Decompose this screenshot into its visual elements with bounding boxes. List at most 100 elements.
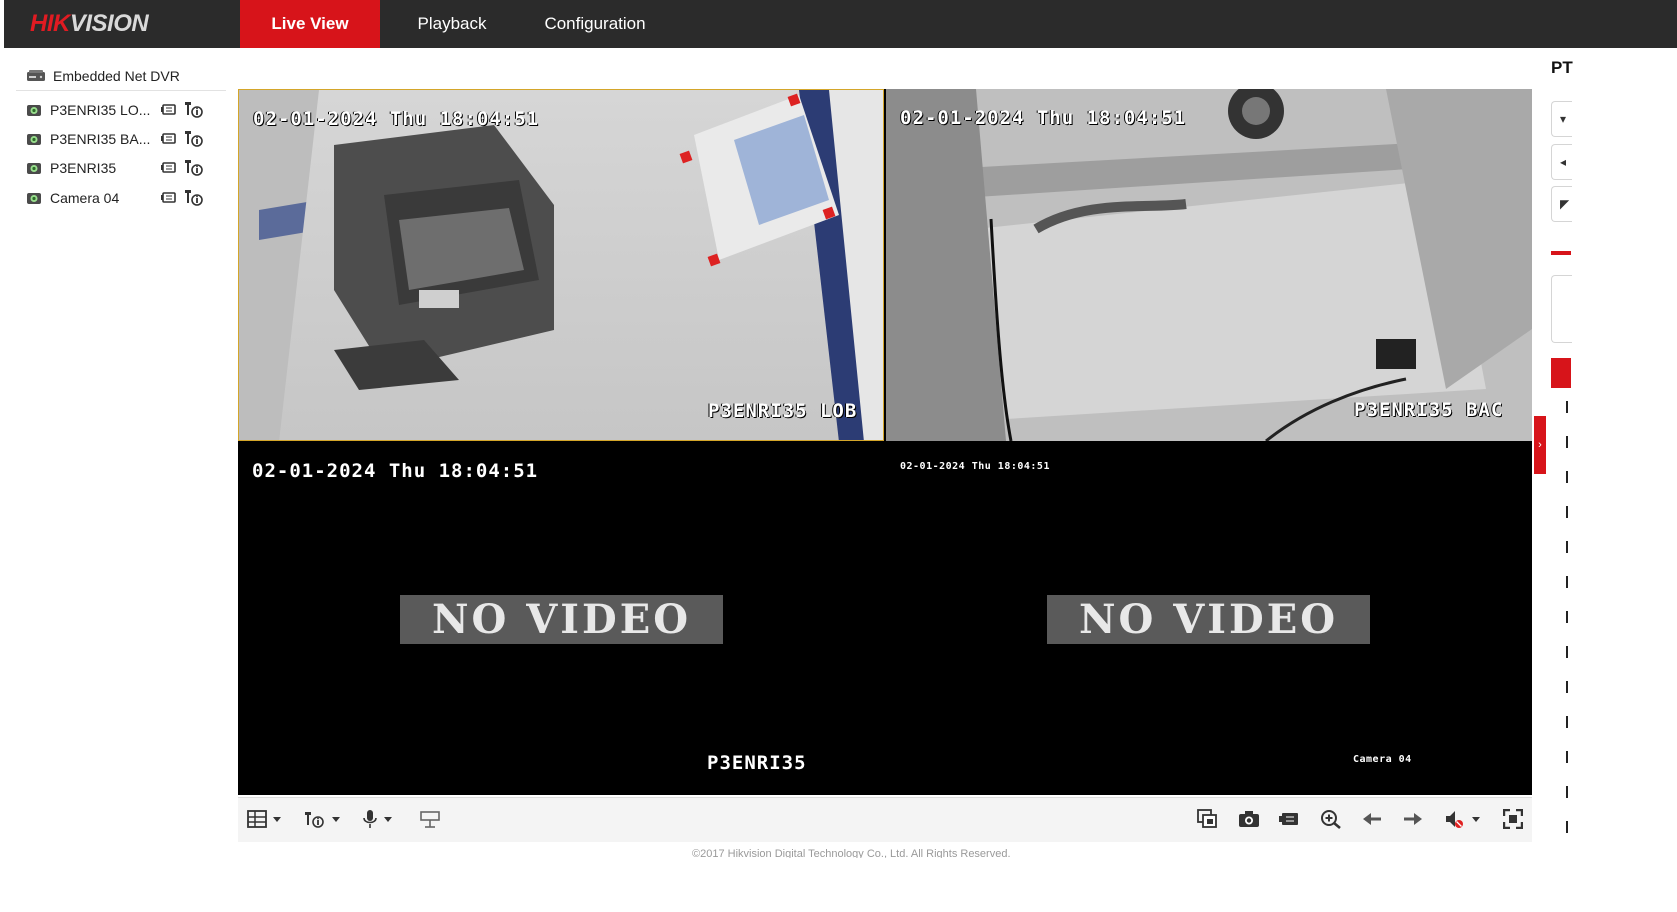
camera-online-icon — [27, 105, 41, 116]
camera-online-icon — [27, 193, 41, 204]
osd-camera-label: P3ENRI35 LOB — [708, 400, 858, 422]
device-tree-root-label: Embedded Net DVR — [53, 68, 180, 84]
live-view-grid: 02-01-2024 Thu 18:04:51 P3ENRI35 LOB 02-… — [238, 89, 1532, 795]
preset-item[interactable] — [1553, 567, 1573, 597]
stream-settings-icon — [305, 812, 324, 828]
stream-settings-icon[interactable] — [184, 100, 204, 118]
logo-red-part: HIK — [30, 10, 70, 37]
device-tree-root[interactable]: Embedded Net DVR — [26, 66, 180, 86]
osd-timestamp: 02-01-2024 Thu 18:04:51 — [900, 461, 1050, 472]
osd-camera-label: Camera 04 — [1353, 754, 1412, 765]
next-page-button[interactable] — [1403, 808, 1423, 830]
camera-item-2[interactable]: P3ENRI35 BA... — [26, 128, 226, 150]
ptz-zoom-buttons[interactable] — [1551, 275, 1572, 343]
record-icon[interactable] — [160, 131, 178, 145]
preset-icon — [1566, 576, 1568, 588]
ptz-panel-title: PT — [1551, 58, 1573, 77]
preset-icon — [1566, 471, 1568, 483]
preset-icon — [1566, 681, 1568, 693]
preset-icon — [1566, 751, 1568, 763]
preset-item[interactable] — [1553, 427, 1573, 457]
stop-all-button[interactable] — [1197, 808, 1219, 830]
stream-settings-icon[interactable] — [184, 188, 204, 206]
preset-icon — [1566, 716, 1568, 728]
preset-item[interactable] — [1553, 497, 1573, 527]
chevron-down-icon — [1472, 816, 1480, 822]
digital-zoom-button[interactable] — [1320, 808, 1342, 830]
microphone-icon — [363, 810, 377, 828]
ptz-right-button[interactable]: ◤ — [1551, 186, 1572, 222]
ptz-left-button[interactable]: ◂ — [1551, 144, 1572, 180]
camera-item-3[interactable]: P3ENRI35 — [26, 157, 226, 179]
tab-configuration[interactable]: Configuration — [524, 0, 666, 48]
digital-zoom-toggle[interactable] — [419, 808, 441, 830]
osd-timestamp: 02-01-2024 Thu 18:04:51 — [252, 460, 539, 482]
projector-icon — [420, 811, 440, 828]
camera-snapshot-icon — [1239, 811, 1259, 827]
dvr-device-icon — [27, 70, 45, 81]
camera-item-label: P3ENRI35 BA... — [50, 131, 151, 147]
stream-settings-icon[interactable] — [184, 129, 204, 147]
preset-icon — [1566, 506, 1568, 518]
top-navigation-bar: HIKVISION Live View Playback Configurati… — [4, 0, 1677, 48]
arrow-right-icon — [1404, 813, 1422, 825]
preset-item[interactable] — [1553, 672, 1573, 702]
copyright-footer: ©2017 Hikvision Digital Technology Co., … — [692, 848, 1011, 858]
video-pane-1[interactable]: 02-01-2024 Thu 18:04:51 P3ENRI35 LOB — [238, 89, 884, 441]
stream-type-button[interactable] — [304, 808, 340, 830]
volume-button[interactable] — [1444, 808, 1480, 830]
fullscreen-icon — [1503, 809, 1523, 829]
preset-icon — [1566, 541, 1568, 553]
capture-button[interactable] — [1238, 808, 1260, 830]
preset-item[interactable] — [1553, 812, 1573, 842]
preset-item[interactable] — [1553, 602, 1573, 632]
camera-item-label: P3ENRI35 — [50, 160, 117, 176]
ptz-speed-slider[interactable] — [1551, 251, 1571, 255]
live-view-toolbar — [238, 797, 1532, 842]
camera-online-icon — [27, 134, 41, 145]
camera-item-label: Camera 04 — [50, 190, 120, 206]
grid-layout-icon — [247, 810, 267, 828]
camera-item-1[interactable]: P3ENRI35 LO... — [26, 99, 226, 121]
preset-item[interactable] — [1553, 532, 1573, 562]
preset-icon — [1566, 646, 1568, 658]
ptz-preset-tab[interactable] — [1551, 358, 1571, 388]
window-layout-button[interactable] — [247, 808, 281, 830]
tab-playback[interactable]: Playback — [380, 0, 524, 48]
logo-white-part: VISION — [69, 10, 149, 37]
stream-settings-icon[interactable] — [184, 158, 204, 176]
record-icon[interactable] — [160, 190, 178, 204]
chevron-down-icon: ▾ — [1560, 112, 1567, 126]
camera-item-4[interactable]: Camera 04 — [26, 187, 226, 209]
hikvision-logo: HIKVISION — [30, 10, 149, 38]
record-all-button[interactable] — [1278, 808, 1300, 830]
video-pane-3[interactable]: 02-01-2024 Thu 18:04:51 NO VIDEO P3ENRI3… — [238, 443, 884, 795]
tab-live-view[interactable]: Live View — [240, 0, 380, 48]
record-icon[interactable] — [160, 160, 178, 174]
ptz-up-button[interactable]: ▾ — [1551, 101, 1572, 137]
stop-all-preview-icon — [1197, 809, 1217, 828]
preset-item[interactable] — [1553, 742, 1573, 772]
preset-item[interactable] — [1553, 462, 1573, 492]
osd-timestamp: 02-01-2024 Thu 18:04:51 — [900, 107, 1187, 129]
ptz-panel-collapse-button[interactable]: › — [1534, 416, 1546, 474]
arrow-up-left-icon: ◤ — [1560, 197, 1570, 211]
preset-icon — [1566, 401, 1568, 413]
previous-page-button[interactable] — [1362, 808, 1382, 830]
speaker-muted-icon — [1446, 811, 1463, 828]
video-pane-4[interactable]: 02-01-2024 Thu 18:04:51 NO VIDEO Camera … — [886, 443, 1532, 795]
preset-item[interactable] — [1553, 777, 1573, 807]
video-pane-2[interactable]: 02-01-2024 Thu 18:04:51 P3ENRI35 BAC — [886, 89, 1532, 441]
chevron-down-icon — [273, 816, 281, 822]
preset-item[interactable] — [1553, 707, 1573, 737]
preset-icon — [1566, 821, 1568, 833]
osd-timestamp: 02-01-2024 Thu 18:04:51 — [253, 108, 540, 130]
preset-icon — [1566, 786, 1568, 798]
fullscreen-button[interactable] — [1503, 808, 1523, 830]
chevron-down-icon — [384, 816, 392, 822]
camera-feed-image — [239, 90, 883, 440]
preset-item[interactable] — [1553, 637, 1573, 667]
preset-item[interactable] — [1553, 392, 1573, 422]
record-icon[interactable] — [160, 102, 178, 116]
audio-button[interactable] — [362, 808, 392, 830]
